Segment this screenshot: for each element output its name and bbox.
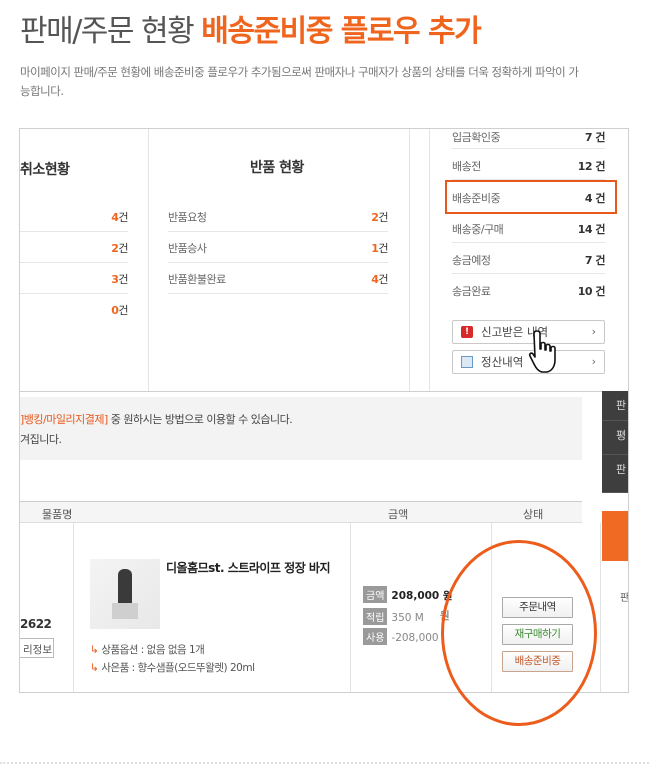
return-status-title: 반품 현황 xyxy=(250,160,304,176)
hand-cursor-icon xyxy=(528,330,556,373)
col-status: 상태 xyxy=(523,508,544,521)
side-tab[interactable]: 판 xyxy=(602,455,628,493)
col-amount: 금액 xyxy=(388,508,409,521)
product-option: ↳ 상품옵션 : 없음 없음 1개 xyxy=(90,644,205,656)
cancel-row[interactable]: 0건 xyxy=(20,302,128,317)
settlement-label: 정산내역 xyxy=(481,355,524,369)
product-gift: ↳ 사은품 : 향수샘플(오드뚜왈렛) 20ml xyxy=(90,662,255,674)
status-count: 12 건 xyxy=(577,160,606,173)
page-description: 마이페이지 판매/주문 현황에 배송준비중 플로우가 추가됨으로써 판매자나 구… xyxy=(20,65,579,98)
preparing-highlight-box xyxy=(445,180,617,214)
status-count: 7 건 xyxy=(584,131,606,144)
col-product: 물품명 xyxy=(42,508,73,521)
return-label: 반품환불완료 xyxy=(168,273,226,286)
status-count: 7 건 xyxy=(584,254,606,267)
book-icon xyxy=(461,356,473,368)
payment-info-box: ]뱅킹/마일리지결제] 중 원하시는 방법으로 이용할 수 있습니다. 겨집니다… xyxy=(20,397,582,460)
product-image[interactable] xyxy=(90,559,160,629)
side-tab[interactable]: 평 xyxy=(602,421,628,455)
info-line-2: 겨집니다. xyxy=(20,433,62,446)
page-title: 판매/주문 현황 배송준비중 플로우 추가 xyxy=(20,6,482,50)
product-name[interactable]: 디올홈므st. 스트라이프 정장 바지 xyxy=(166,561,336,576)
status-row-shipping[interactable]: 배송중/구매 14 건 xyxy=(452,221,606,236)
status-label: 배송중/구매 xyxy=(452,223,504,236)
order-table-header: 물품명 금액 상태 xyxy=(20,501,582,523)
return-row-approve[interactable]: 반품승사 1건 xyxy=(168,240,388,255)
divider xyxy=(148,129,149,391)
return-row-request[interactable]: 반품요청 2건 xyxy=(168,209,388,224)
status-label: 입금확인중 xyxy=(452,131,501,144)
delivery-info-button[interactable]: 리정보 xyxy=(20,638,54,658)
cancel-row[interactable]: 2건 xyxy=(20,240,128,255)
divider xyxy=(429,129,430,391)
status-label: 배송전 xyxy=(452,160,481,173)
point-line: 적립 350 M xyxy=(363,608,424,625)
status-row-remit-complete[interactable]: 송금완료 10 건 xyxy=(452,283,606,298)
divider xyxy=(20,391,602,392)
status-row-payment-check[interactable]: 입금확인중 7 건 xyxy=(452,129,606,144)
status-count: 10 건 xyxy=(577,285,606,298)
info-line-1: ]뱅킹/마일리지결제] 중 원하시는 방법으로 이용할 수 있습니다. xyxy=(20,413,293,426)
return-label: 반품요청 xyxy=(168,211,207,224)
return-label: 반품승사 xyxy=(168,242,207,255)
orange-side-tab[interactable] xyxy=(602,511,628,561)
title-gray: 판매/주문 현황 xyxy=(20,14,195,49)
status-row-before-shipping[interactable]: 배송전 12 건 xyxy=(452,158,606,173)
status-label: 송금예정 xyxy=(452,254,491,267)
status-label: 송금완료 xyxy=(452,285,491,298)
order-number: 2622 xyxy=(20,617,52,631)
cancel-row[interactable]: 4건 xyxy=(20,209,128,224)
return-row-refund[interactable]: 반품환불완료 4건 xyxy=(168,271,388,286)
side-tab[interactable]: 판 xyxy=(602,391,628,421)
title-orange: 배송준비중 플로우 추가 xyxy=(201,14,481,49)
cancel-row[interactable]: 3건 xyxy=(20,271,128,286)
cancel-status-title: 취소현황 xyxy=(20,162,70,178)
status-count: 14 건 xyxy=(577,223,606,236)
price-line: 금액 208,000 원 xyxy=(363,586,453,603)
info-highlight: ]뱅킹/마일리지결제] xyxy=(20,413,108,426)
divider xyxy=(0,762,649,764)
chevron-right-icon: › xyxy=(591,355,596,368)
status-row-remit-scheduled[interactable]: 송금예정 7 건 xyxy=(452,252,606,267)
chevron-right-icon: › xyxy=(591,325,596,338)
highlight-circle xyxy=(441,540,597,726)
divider xyxy=(409,129,410,391)
alert-icon: ! xyxy=(461,326,473,338)
use-line: 사용 -208,000 xyxy=(363,628,439,645)
